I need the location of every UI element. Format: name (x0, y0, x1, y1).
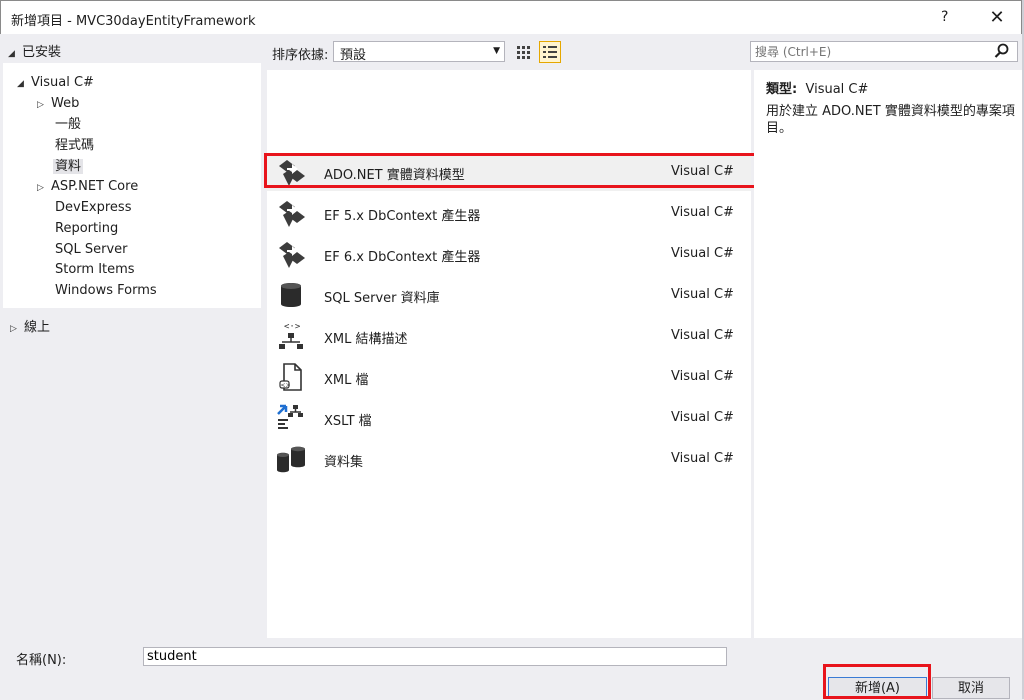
entity-model-icon (279, 160, 305, 186)
entity-model-icon (279, 242, 305, 268)
tree-installed-header[interactable]: ◢ 已安裝 (8, 41, 61, 60)
template-row-ado-net[interactable]: ADO.NET 實體資料模型 Visual C# (267, 153, 751, 191)
type-line: 類型: Visual C# (766, 78, 868, 97)
template-row-ef6[interactable]: EF 6.x DbContext 產生器 Visual C# (267, 235, 751, 273)
collapse-triangle-icon: ◢ (17, 79, 24, 89)
sort-value: 預設 (340, 48, 367, 63)
name-field[interactable] (143, 647, 727, 666)
xml-schema-icon: <·> (279, 322, 303, 349)
svg-text:<>: <> (281, 382, 291, 389)
close-button[interactable]: ✕ (985, 6, 1009, 30)
database-icon (281, 283, 301, 307)
template-row-ef5[interactable]: EF 5.x DbContext 產生器 Visual C# (267, 194, 751, 232)
tree-item-devexpress[interactable]: DevExpress (55, 198, 131, 218)
expand-triangle-icon: ▷ (10, 324, 17, 334)
tree-item-aspnet-core[interactable]: ▷ ASP.NET Core (37, 177, 138, 197)
expand-triangle-icon: ▷ (37, 183, 44, 193)
entity-model-icon (279, 201, 305, 227)
window-title: 新增項目 - MVC30dayEntityFramework (11, 14, 256, 29)
list-view-icon (543, 46, 557, 58)
chevron-down-icon: ▼ (493, 46, 500, 56)
template-description: 用於建立 ADO.NET 實體資料模型的專案項目。 (766, 104, 1015, 136)
search-box (750, 41, 1018, 62)
tree-item-general[interactable]: 一般 (55, 115, 81, 135)
title-bar: 新增項目 - MVC30dayEntityFramework ? ✕ (0, 0, 1022, 34)
tree-item-sql-server[interactable]: SQL Server (55, 240, 128, 260)
sort-label: 排序依據: (272, 48, 329, 63)
template-list: ADO.NET 實體資料模型 Visual C# EF 5.x DbContex… (267, 70, 751, 638)
grid-view-icon (517, 46, 530, 59)
tree-item-windows-forms[interactable]: Windows Forms (55, 281, 157, 301)
name-label: 名稱(N): (16, 653, 67, 668)
grid-view-button[interactable] (512, 41, 534, 63)
template-row-xslt-file[interactable]: XSLT 檔 Visual C# (267, 399, 751, 437)
dataset-icon (277, 446, 305, 473)
cancel-button[interactable]: 取消 (932, 677, 1010, 699)
tree-item-storm-items[interactable]: Storm Items (55, 260, 135, 280)
tree-online-header[interactable]: ▷ 線上 (10, 316, 50, 335)
xslt-file-icon (277, 404, 303, 429)
help-button[interactable]: ? (941, 9, 948, 25)
template-row-sql-server-db[interactable]: SQL Server 資料庫 Visual C# (267, 276, 751, 314)
type-label: 類型: (766, 82, 798, 97)
list-view-button[interactable] (539, 41, 561, 63)
tree-item-visual-csharp[interactable]: ◢ Visual C# (17, 73, 94, 93)
template-row-dataset[interactable]: 資料集 Visual C# (267, 440, 751, 478)
tree-item-reporting[interactable]: Reporting (55, 219, 118, 239)
template-row-xml-file[interactable]: <> XML 檔 Visual C# (267, 358, 751, 396)
collapse-triangle-icon: ◢ (8, 49, 15, 59)
search-icon[interactable] (993, 42, 1011, 64)
tree-item-code[interactable]: 程式碼 (55, 136, 94, 156)
xml-file-icon: <> (279, 363, 302, 391)
search-input[interactable] (755, 43, 980, 60)
tree-item-web[interactable]: ▷ Web (37, 94, 79, 114)
svg-text:<·>: <·> (284, 322, 301, 332)
template-row-xml-schema[interactable]: <·> XML 結構描述 Visual C# (267, 317, 751, 355)
tree-item-data[interactable]: 資料 (53, 157, 84, 177)
expand-triangle-icon: ▷ (37, 100, 44, 110)
add-button[interactable]: 新增(A) (828, 677, 927, 699)
sort-dropdown[interactable]: 預設 ▼ (333, 41, 505, 63)
type-value: Visual C# (805, 82, 869, 97)
details-pane: 類型: Visual C# 用於建立 ADO.NET 實體資料模型的專案項目。 (754, 70, 1022, 638)
category-tree: ◢ Visual C# ▷ Web 一般 程式碼 資料 ▷ ASP.NET Core … (3, 63, 261, 308)
